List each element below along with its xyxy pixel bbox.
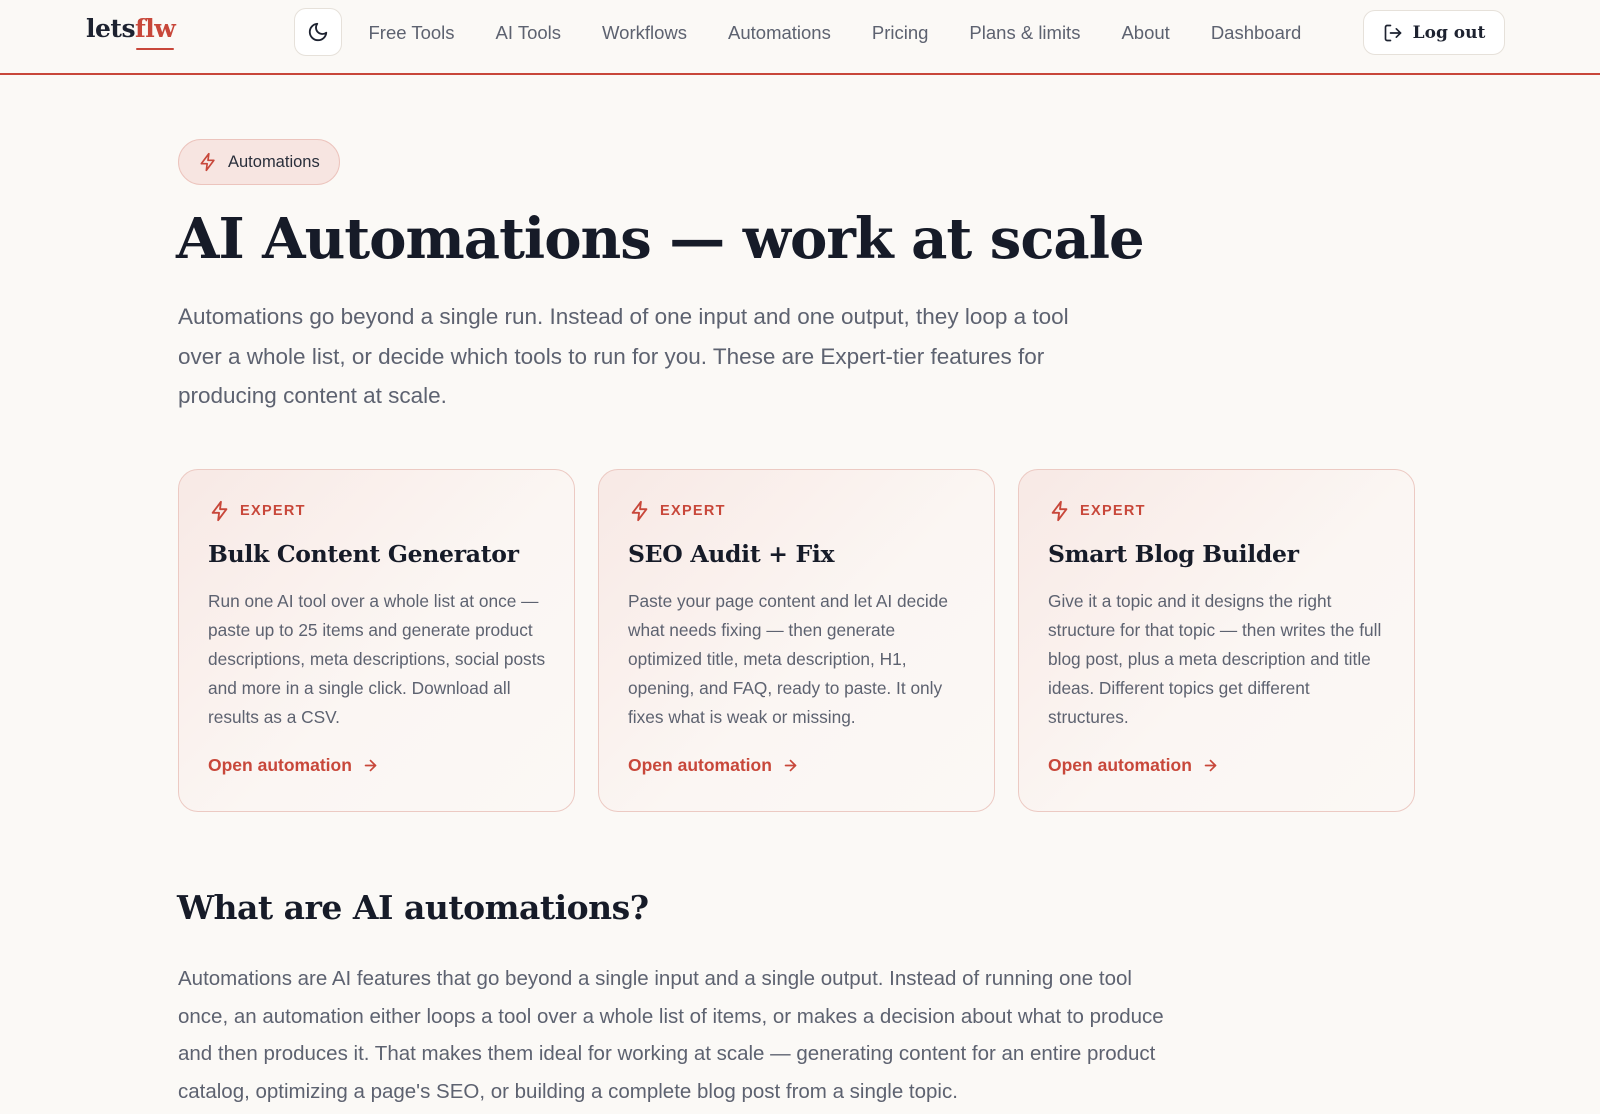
theme-toggle-button[interactable] — [294, 8, 342, 56]
badge-label: EXPERT — [1080, 503, 1146, 519]
section-pill: Automations — [178, 139, 340, 185]
logout-label: Log out — [1412, 22, 1486, 43]
logo-main: lets — [86, 14, 136, 43]
top-nav: letsflw Free Tools AI Tools Workflows Au… — [0, 0, 1600, 75]
arrow-right-icon — [1204, 759, 1217, 772]
logout-button[interactable]: Log out — [1363, 10, 1505, 55]
open-automation-link[interactable]: Open automation — [628, 755, 799, 776]
nav-link-about[interactable]: About — [1101, 22, 1190, 44]
automation-card-bulk-content[interactable]: EXPERT Bulk Content Generator Run one AI… — [178, 469, 575, 812]
nav-link-dashboard[interactable]: Dashboard — [1190, 22, 1322, 44]
nav-link-ai-tools[interactable]: AI Tools — [475, 22, 581, 44]
card-description: Paste your page content and let AI decid… — [628, 591, 948, 727]
nav-link-plans-limits[interactable]: Plans & limits — [949, 22, 1101, 44]
card-title: Bulk Content Generator — [208, 540, 519, 568]
expert-badge: EXPERT — [209, 500, 306, 522]
open-automation-label: Open automation — [628, 755, 772, 775]
nav-link-free-tools[interactable]: Free Tools — [348, 22, 475, 44]
expert-badge: EXPERT — [1049, 500, 1146, 522]
logo-accent: flw — [135, 14, 176, 43]
logo[interactable]: letsflw — [86, 14, 176, 43]
logout-icon — [1384, 24, 1402, 41]
lightning-icon — [1051, 500, 1068, 522]
lightning-icon — [200, 152, 215, 172]
card-title: SEO Audit + Fix — [628, 540, 835, 568]
nav-link-workflows[interactable]: Workflows — [582, 22, 708, 44]
page-subtitle: Automations go beyond a single run. Inst… — [178, 304, 1069, 408]
section-body: Automations are AI features that go beyo… — [178, 967, 1164, 1103]
lightning-icon — [631, 500, 648, 522]
lightning-icon — [211, 500, 228, 522]
automation-card-seo-audit[interactable]: EXPERT SEO Audit + Fix Paste your page c… — [598, 469, 995, 812]
badge-label: EXPERT — [660, 503, 726, 519]
nav-link-pricing[interactable]: Pricing — [851, 22, 949, 44]
page-title: AI Automations — work at scale — [176, 206, 1145, 272]
card-title: Smart Blog Builder — [1048, 540, 1299, 568]
expert-badge: EXPERT — [629, 500, 726, 522]
section-title: What are AI automations? — [177, 888, 649, 927]
nav-links: Free Tools AI Tools Workflows Automation… — [348, 0, 1322, 66]
nav-link-automations[interactable]: Automations — [708, 22, 852, 44]
open-automation-label: Open automation — [208, 755, 352, 775]
card-description: Run one AI tool over a whole list at onc… — [208, 591, 546, 727]
open-automation-link[interactable]: Open automation — [1048, 755, 1219, 776]
automation-card-smart-blog[interactable]: EXPERT Smart Blog Builder Give it a topi… — [1018, 469, 1415, 812]
pill-label: Automations — [228, 152, 320, 171]
arrow-right-icon — [364, 759, 377, 772]
arrow-right-icon — [784, 759, 797, 772]
card-description: Give it a topic and it designs the right… — [1048, 591, 1382, 727]
badge-label: EXPERT — [240, 503, 306, 519]
moon-icon — [308, 22, 328, 42]
open-automation-label: Open automation — [1048, 755, 1192, 775]
open-automation-link[interactable]: Open automation — [208, 755, 379, 776]
